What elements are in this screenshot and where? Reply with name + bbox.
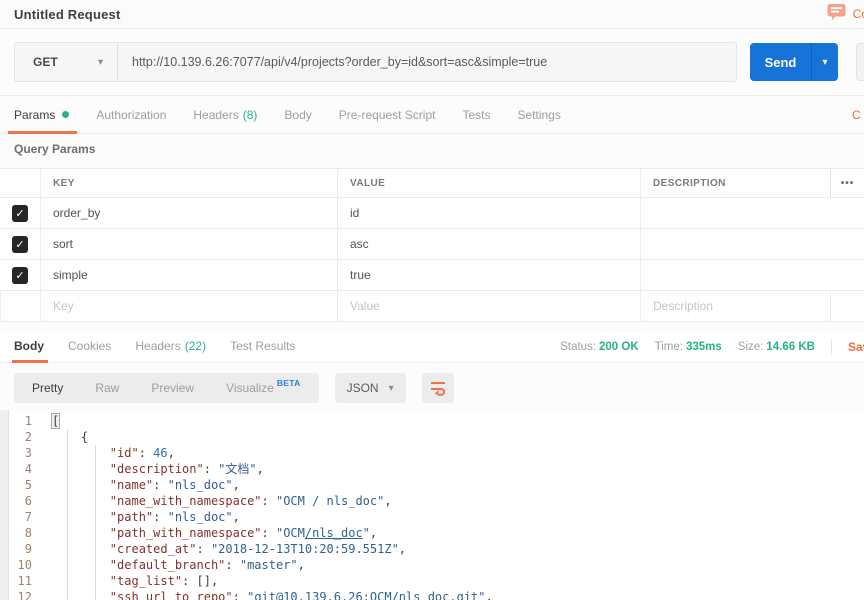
param-value[interactable]: true (337, 260, 640, 290)
url-input[interactable] (118, 42, 737, 82)
request-title: Untitled Request (14, 7, 120, 22)
check-icon: ✓ (15, 269, 24, 282)
tab-pre-request-script[interactable]: Pre-request Script (339, 96, 436, 134)
response-tab-cookies[interactable]: Cookies (68, 330, 111, 363)
response-meta: Status:200 OK Time:335ms Size:14.66 KB S… (560, 330, 864, 363)
beta-badge: BETA (277, 378, 301, 388)
code-lines[interactable]: 1[2 {3 "id": 46,4 "description": "文档",5 … (0, 410, 864, 600)
code-line[interactable]: 4 "description": "文档", (0, 461, 864, 477)
view-mode-preview[interactable]: Preview (135, 373, 210, 403)
view-mode-raw[interactable]: Raw (79, 373, 135, 403)
indent-guide (67, 429, 68, 600)
param-value-placeholder[interactable]: Value (337, 291, 640, 321)
code-line[interactable]: 8 "path_with_namespace": "OCM/nls_doc", (0, 525, 864, 541)
col-key: KEY (40, 169, 337, 197)
comment-icon[interactable] (827, 3, 846, 26)
save-button-partial[interactable] (856, 43, 864, 81)
chevron-down-icon: ▾ (822, 57, 827, 68)
format-value: JSON (347, 381, 379, 395)
view-mode-pretty[interactable]: Pretty (16, 373, 79, 403)
editor-left-gutter-strip (0, 410, 9, 600)
param-description-placeholder[interactable]: Description (640, 291, 830, 321)
param-key[interactable]: order_by (40, 198, 337, 228)
response-tab-headers[interactable]: Headers (22) (135, 330, 206, 363)
status-badge: Status:200 OK (560, 341, 638, 353)
view-mode-group: Pretty Raw Preview Visualize BETA (14, 373, 319, 403)
method-select[interactable]: GET ▾ (14, 42, 118, 82)
query-params-heading: Query Params (14, 142, 95, 156)
select-all-cell (0, 169, 40, 197)
code-line[interactable]: 3 "id": 46, (0, 445, 864, 461)
chevron-down-icon: ▾ (389, 383, 394, 394)
code-line[interactable]: 6 "name_with_namespace": "OCM / nls_doc"… (0, 493, 864, 509)
send-button-label[interactable]: Send (750, 43, 811, 81)
text-wrap-icon (429, 380, 447, 396)
params-header-row: KEY VALUE DESCRIPTION ••• (0, 168, 864, 198)
code-line[interactable]: 10 "default_branch": "master", (0, 557, 864, 573)
code-line[interactable]: 5 "name": "nls_doc", (0, 477, 864, 493)
wrap-text-button[interactable] (422, 373, 454, 403)
postman-request-view: Untitled Request Co GET ▾ Send ▾ (0, 0, 864, 600)
response-tab-body[interactable]: Body (14, 330, 44, 363)
code-line[interactable]: 7 "path": "nls_doc", (0, 509, 864, 525)
format-select[interactable]: JSON ▾ (335, 373, 406, 403)
param-value[interactable]: asc (337, 229, 640, 259)
param-row: ✓ simple true (0, 260, 864, 291)
check-icon: ✓ (15, 238, 24, 251)
comments-link[interactable]: Co (853, 7, 864, 21)
code-line[interactable]: 1[ (0, 413, 864, 429)
time-badge: Time:335ms (655, 341, 722, 353)
send-button[interactable]: Send ▾ (750, 43, 838, 81)
col-description: DESCRIPTION (640, 169, 830, 197)
request-tabs: Params Authorization Headers (8) Body Pr… (0, 96, 864, 134)
param-value[interactable]: id (337, 198, 640, 228)
check-icon: ✓ (15, 207, 24, 220)
param-key[interactable]: sort (40, 229, 337, 259)
send-options-button[interactable]: ▾ (811, 43, 838, 81)
param-description[interactable] (640, 260, 830, 290)
param-row: ✓ sort asc (0, 229, 864, 260)
tab-headers[interactable]: Headers (8) (193, 96, 257, 134)
headers-count-badge: (8) (243, 108, 258, 122)
request-builder-row: GET ▾ Send ▾ (0, 29, 864, 96)
param-description[interactable] (640, 198, 830, 228)
param-description[interactable] (640, 229, 830, 259)
divider (831, 339, 832, 355)
response-body-editor[interactable]: 1[2 {3 "id": 46,4 "description": "文档",5 … (0, 410, 864, 600)
size-badge: Size:14.66 KB (738, 341, 815, 353)
tab-params[interactable]: Params (14, 96, 69, 134)
code-line[interactable]: 2 { (0, 429, 864, 445)
param-checkbox[interactable]: ✓ (12, 236, 28, 253)
col-value: VALUE (337, 169, 640, 197)
view-mode-visualize[interactable]: Visualize BETA (210, 373, 317, 403)
tab-authorization[interactable]: Authorization (96, 96, 166, 134)
response-headers-count-badge: (22) (185, 339, 206, 353)
param-checkbox[interactable]: ✓ (12, 205, 28, 222)
request-title-bar: Untitled Request Co (0, 0, 864, 29)
tab-settings[interactable]: Settings (518, 96, 561, 134)
param-checkbox[interactable]: ✓ (12, 267, 28, 284)
response-viewer-toolbar: Pretty Raw Preview Visualize BETA JSON ▾ (14, 373, 454, 403)
param-row: ✓ order_by id (0, 198, 864, 229)
code-line[interactable]: 11 "tag_list": [], (0, 573, 864, 589)
save-response-button[interactable]: Save R (848, 340, 864, 354)
tab-tests[interactable]: Tests (462, 96, 490, 134)
tab-body[interactable]: Body (284, 96, 311, 134)
params-active-dot (62, 111, 69, 118)
cookies-link[interactable]: C (852, 96, 861, 134)
query-params-table: KEY VALUE DESCRIPTION ••• ✓ order_by id … (0, 168, 864, 322)
param-key-placeholder[interactable]: Key (40, 291, 337, 321)
code-line[interactable]: 9 "created_at": "2018-12-13T10:20:59.551… (0, 541, 864, 557)
method-value: GET (33, 55, 58, 69)
indent-guide (95, 445, 96, 600)
response-tab-test-results[interactable]: Test Results (230, 330, 295, 363)
bulk-edit-menu-icon[interactable]: ••• (830, 169, 864, 197)
param-key[interactable]: simple (40, 260, 337, 290)
code-line[interactable]: 12 "ssh_url_to_repo": "git@10.139.6.26:O… (0, 589, 864, 600)
chevron-down-icon: ▾ (98, 57, 103, 68)
param-row-new: Key Value Description (0, 291, 864, 322)
